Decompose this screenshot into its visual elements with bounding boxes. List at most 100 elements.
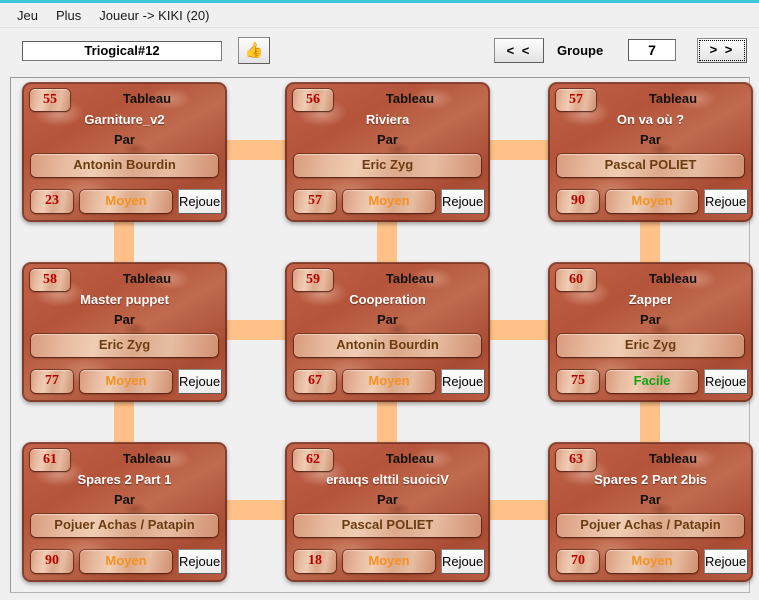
card-title: Zapper <box>628 292 673 307</box>
menu-item-plus[interactable]: Plus <box>47 6 90 25</box>
thumbs-up-icon: 👍 <box>244 42 264 59</box>
card-score: 67 <box>294 370 336 393</box>
card-par-label: Par <box>114 312 135 327</box>
level-name-input[interactable]: Triogical#12 <box>22 41 222 61</box>
card-score: 18 <box>294 550 336 573</box>
card-difficulty: Moyen <box>606 190 698 213</box>
card-number: 62 <box>293 449 333 471</box>
card-title: Garniture_v2 <box>84 112 165 127</box>
card-par-label: Par <box>114 492 135 507</box>
connector-h-55-56 <box>223 140 289 160</box>
card-replay-button[interactable]: Rejouer <box>704 549 748 574</box>
card-number: 60 <box>556 269 596 291</box>
level-card[interactable]: 58 Tableau Master puppet Par Eric Zyg 77… <box>22 262 227 402</box>
card-par-label: Par <box>377 132 398 147</box>
card-score: 57 <box>294 190 336 213</box>
connector-h-58-59 <box>223 320 289 340</box>
menu-item-jeu[interactable]: Jeu <box>8 6 47 25</box>
card-replay-button[interactable]: Rejouer <box>178 189 222 214</box>
card-replay-button[interactable]: Rejouer <box>178 369 222 394</box>
connector-h-56-57 <box>486 140 552 160</box>
level-card[interactable]: 63 Tableau Spares 2 Part 2bis Par Pojuer… <box>548 442 753 582</box>
card-author: Antonin Bourdin <box>294 334 481 357</box>
card-number: 55 <box>30 89 70 111</box>
card-replay-button[interactable]: Rejouer <box>441 369 485 394</box>
card-author: Pojuer Achas / Patapin <box>31 514 218 537</box>
card-score: 70 <box>557 550 599 573</box>
card-score: 90 <box>31 550 73 573</box>
card-difficulty: Facile <box>606 370 698 393</box>
card-number: 56 <box>293 89 333 111</box>
card-difficulty: Moyen <box>343 190 435 213</box>
card-replay-button[interactable]: Rejouer <box>704 189 748 214</box>
card-par-label: Par <box>640 492 661 507</box>
card-tableau-label: Tableau <box>648 451 698 466</box>
card-score: 23 <box>31 190 73 213</box>
card-difficulty: Moyen <box>606 550 698 573</box>
card-replay-button[interactable]: Rejouer <box>441 549 485 574</box>
card-tableau-label: Tableau <box>648 271 698 286</box>
next-group-button[interactable]: > > <box>697 38 747 63</box>
card-author: Pascal POLIET <box>557 154 744 177</box>
card-difficulty: Moyen <box>80 550 172 573</box>
card-author: Eric Zyg <box>294 154 481 177</box>
card-number: 58 <box>30 269 70 291</box>
card-difficulty: Moyen <box>80 190 172 213</box>
level-card[interactable]: 57 Tableau On va où ? Par Pascal POLIET … <box>548 82 753 222</box>
board-panel: 55 Tableau Garniture_v2 Par Antonin Bour… <box>10 77 753 593</box>
level-card[interactable]: 55 Tableau Garniture_v2 Par Antonin Bour… <box>22 82 227 222</box>
card-tableau-label: Tableau <box>122 271 172 286</box>
card-title: On va où ? <box>616 112 685 127</box>
card-title: Cooperation <box>349 292 426 307</box>
card-score: 77 <box>31 370 73 393</box>
card-replay-button[interactable]: Rejouer <box>178 549 222 574</box>
card-par-label: Par <box>377 312 398 327</box>
connector-v-58-61 <box>114 402 134 444</box>
card-number: 57 <box>556 89 596 111</box>
card-title: Riviera <box>365 112 410 127</box>
card-author: Eric Zyg <box>557 334 744 357</box>
card-tableau-label: Tableau <box>385 91 435 106</box>
previous-group-button[interactable]: < < <box>494 38 544 63</box>
card-author: Eric Zyg <box>31 334 218 357</box>
menu-item-joueur[interactable]: Joueur -> KIKI (20) <box>90 6 218 25</box>
groupe-number-input[interactable]: 7 <box>628 39 676 61</box>
groupe-label: Groupe <box>557 43 604 58</box>
connector-h-61-62 <box>223 500 289 520</box>
card-number: 63 <box>556 449 596 471</box>
toolbar: Triogical#12 👍 < < Groupe 7 > > <box>0 30 759 73</box>
card-number: 61 <box>30 449 70 471</box>
card-score: 90 <box>557 190 599 213</box>
card-replay-button[interactable]: Rejouer <box>704 369 748 394</box>
card-author: Pojuer Achas / Patapin <box>557 514 744 537</box>
connector-v-55-58 <box>114 222 134 264</box>
card-tableau-label: Tableau <box>648 91 698 106</box>
connector-h-59-60 <box>486 320 552 340</box>
card-tableau-label: Tableau <box>122 451 172 466</box>
level-card[interactable]: 60 Tableau Zapper Par Eric Zyg 75 Facile… <box>548 262 753 402</box>
connector-v-56-59 <box>377 222 397 264</box>
card-replay-button[interactable]: Rejouer <box>441 189 485 214</box>
card-author: Antonin Bourdin <box>31 154 218 177</box>
card-number: 59 <box>293 269 333 291</box>
card-title: Master puppet <box>80 292 169 307</box>
level-card[interactable]: 61 Tableau Spares 2 Part 1 Par Pojuer Ac… <box>22 442 227 582</box>
card-par-label: Par <box>640 312 661 327</box>
level-card[interactable]: 56 Tableau Riviera Par Eric Zyg 57 Moyen… <box>285 82 490 222</box>
connector-v-59-62 <box>377 402 397 444</box>
card-author: Pascal POLIET <box>294 514 481 537</box>
card-tableau-label: Tableau <box>385 271 435 286</box>
level-card[interactable]: 59 Tableau Cooperation Par Antonin Bourd… <box>285 262 490 402</box>
card-tableau-label: Tableau <box>122 91 172 106</box>
connector-v-60-63 <box>640 402 660 444</box>
card-title: Spares 2 Part 2bis <box>594 472 707 487</box>
card-par-label: Par <box>377 492 398 507</box>
level-card[interactable]: 62 Tableau erauqs elttil suoiciV Par Pas… <box>285 442 490 582</box>
card-difficulty: Moyen <box>343 370 435 393</box>
card-difficulty: Moyen <box>80 370 172 393</box>
validate-button[interactable]: 👍 <box>238 37 270 64</box>
card-difficulty: Moyen <box>343 550 435 573</box>
menu-bar: Jeu Plus Joueur -> KIKI (20) <box>0 3 759 28</box>
connector-v-57-60 <box>640 222 660 264</box>
card-par-label: Par <box>640 132 661 147</box>
